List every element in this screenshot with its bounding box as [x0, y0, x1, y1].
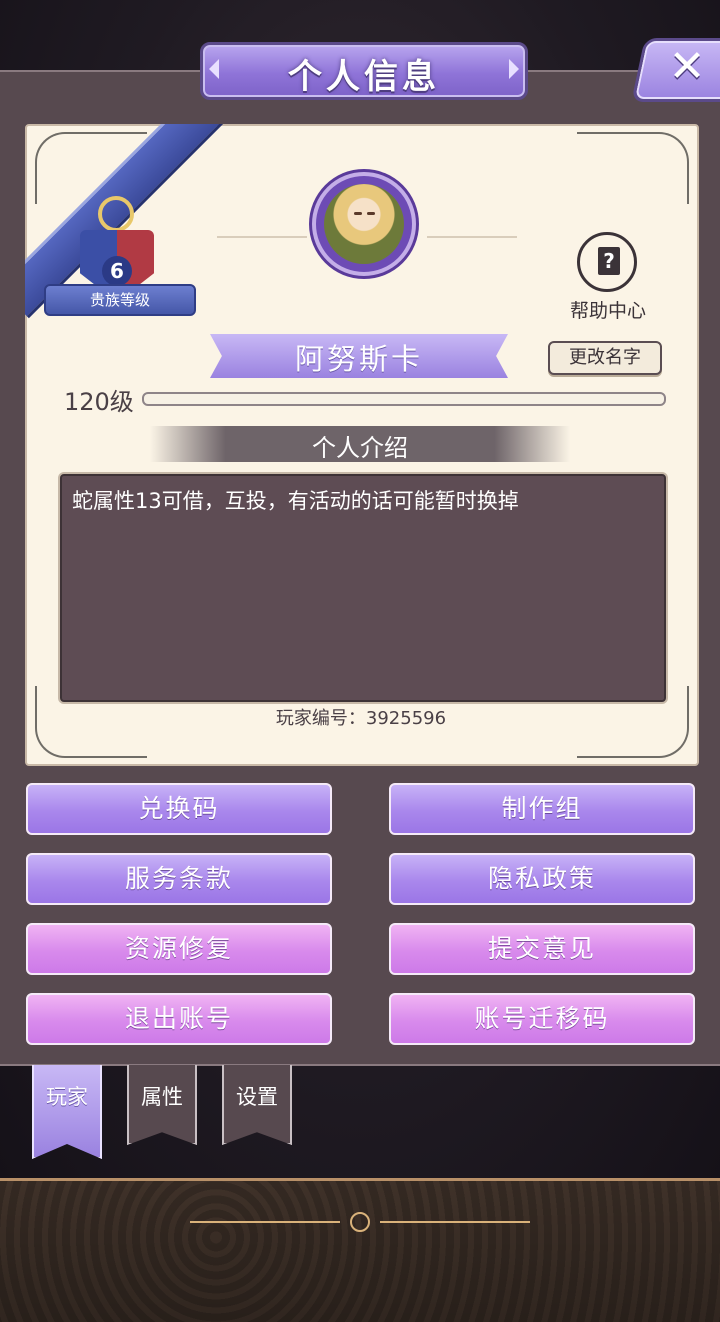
migration-code-button[interactable]: 账号迁移码	[389, 993, 695, 1045]
player-name: 阿努斯卡	[294, 342, 423, 376]
noble-level-value: 6	[102, 256, 132, 286]
credits-button[interactable]: 制作组	[389, 783, 695, 835]
title-banner: 个人信息	[200, 42, 528, 100]
help-center-button[interactable]: ? 帮助中心	[570, 228, 646, 322]
avatar-portrait	[324, 184, 404, 264]
help-book-icon: ?	[577, 232, 637, 292]
intro-header: 个人介绍	[312, 434, 408, 462]
noble-level-label: 贵族等级	[89, 291, 150, 309]
level-progress-bar	[142, 392, 666, 406]
bottom-decor-band	[0, 1178, 720, 1322]
privacy-button[interactable]: 隐私政策	[389, 853, 695, 905]
corner-flourish-icon	[577, 132, 689, 204]
repair-button[interactable]: 资源修复	[26, 923, 332, 975]
redeem-code-button[interactable]: 兑换码	[26, 783, 332, 835]
feedback-button[interactable]: 提交意见	[389, 923, 695, 975]
badge-knot-icon	[98, 196, 134, 232]
help-center-label: 帮助中心	[569, 300, 646, 322]
tab-player-label: 玩家	[46, 1085, 88, 1109]
flourish-left-icon	[217, 236, 307, 238]
rename-button[interactable]: 更改名字	[548, 341, 662, 375]
page-title: 个人信息	[288, 57, 440, 97]
logout-button[interactable]: 退出账号	[26, 993, 332, 1045]
noble-level-label-ribbon[interactable]: 贵族等级	[44, 284, 196, 316]
tab-attributes-label: 属性	[141, 1085, 183, 1109]
intro-text: 蛇属性13可借，互投，有活动的话可能暂时换掉	[72, 489, 519, 513]
avatar[interactable]	[312, 172, 416, 276]
close-icon[interactable]: ✕	[662, 42, 712, 92]
player-id: 玩家编号：3925596	[275, 708, 447, 729]
ornament-icon	[190, 1212, 530, 1232]
flourish-right-icon	[427, 236, 517, 238]
tab-settings-label: 设置	[236, 1085, 278, 1109]
arrow-right-icon	[509, 59, 519, 79]
player-level: 120级	[64, 388, 134, 416]
terms-button[interactable]: 服务条款	[26, 853, 332, 905]
intro-textbox[interactable]: 蛇属性13可借，互投，有活动的话可能暂时换掉	[60, 474, 666, 702]
